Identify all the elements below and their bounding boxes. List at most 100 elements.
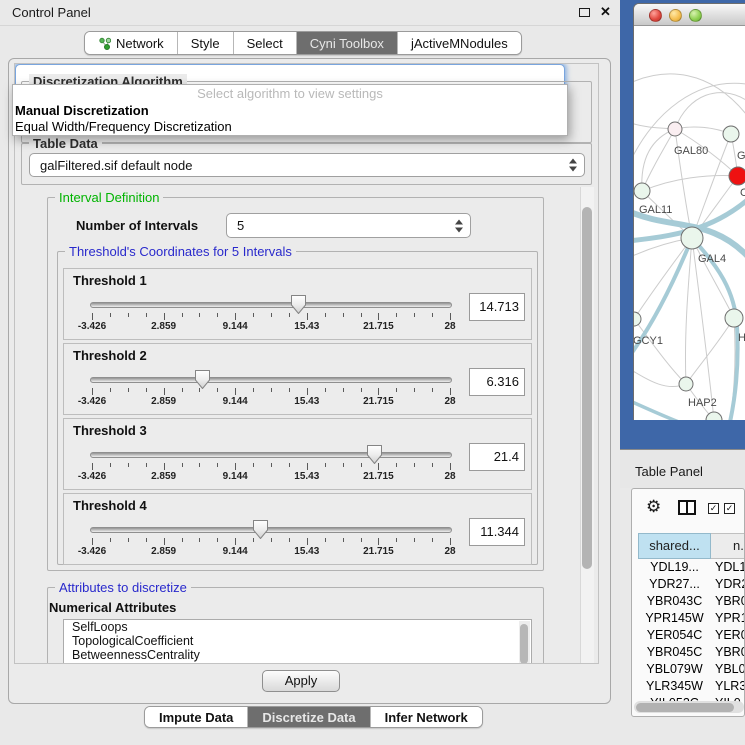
node-label-hap2: HAP2 [688, 397, 717, 409]
cell-name: YBL0 [715, 661, 745, 678]
list-item-selfloops[interactable]: SelfLoops [64, 620, 531, 634]
threshold-value-field[interactable]: 11.344 [469, 518, 525, 546]
number-of-intervals-label: Number of Intervals [76, 218, 198, 233]
table-row[interactable]: YBR043CYBR0 [632, 593, 745, 610]
threshold-slider-thumb[interactable] [252, 519, 269, 540]
slider-scale-labels: -3.4262.8599.14415.4321.71528 [64, 546, 531, 558]
threshold-slider-track[interactable] [90, 302, 452, 308]
node-label-gal4: GAL4 [698, 253, 726, 265]
dropdown-option-equal-width-frequency[interactable]: Equal Width/Frequency Discretization [13, 119, 567, 135]
table-row[interactable]: YDR27...YDR2 [632, 576, 745, 593]
minimize-traffic-light-icon[interactable] [669, 9, 682, 22]
tab-impute-data[interactable]: Impute Data [145, 707, 247, 727]
dropdown-option-manual-discretization[interactable]: Manual Discretization [13, 103, 567, 119]
panel-scrollbar-thumb[interactable] [582, 207, 592, 569]
network-node[interactable] [679, 377, 693, 391]
threshold-value-field[interactable]: 14.713 [469, 293, 525, 321]
apply-button[interactable]: Apply [262, 670, 340, 692]
close-traffic-light-icon[interactable] [649, 9, 662, 22]
table-data-combobox[interactable]: galFiltered.sif default node [29, 153, 585, 177]
network-node[interactable] [723, 126, 739, 142]
node-table-panel: ⚙ ✓ ✓ shared... n... YDL19...YDL1YDR27..… [631, 488, 745, 717]
checkbox-icon[interactable]: ✓ [708, 503, 719, 514]
network-node[interactable] [729, 167, 745, 185]
table-row[interactable]: YBR045CYBR0 [632, 644, 745, 661]
tab-style[interactable]: Style [177, 32, 233, 54]
tab-infer-network[interactable]: Infer Network [370, 707, 482, 727]
cell-shared-name: YDL19... [638, 559, 711, 576]
table-row[interactable]: YPR145WYPR1 [632, 610, 745, 627]
zoom-traffic-light-icon[interactable] [689, 9, 702, 22]
slider-ticks [64, 388, 531, 396]
tab-label: Discretize Data [262, 710, 355, 725]
number-of-intervals-value: 5 [237, 218, 244, 233]
threshold-slider-thumb[interactable] [194, 369, 211, 390]
cell-shared-name: YBR043C [638, 593, 711, 610]
threshold-slider-track[interactable] [90, 527, 452, 533]
group-title: Attributes to discretize [55, 580, 191, 595]
table-horizontal-scrollbar[interactable] [634, 701, 744, 713]
cell-name: YLR3 [715, 678, 745, 695]
tab-jactivemnodules[interactable]: jActiveMNodules [397, 32, 521, 54]
threshold-panel-1: Threshold 1-3.4262.8599.14415.4321.71528… [63, 268, 532, 340]
combo-arrows-icon [569, 159, 577, 172]
column-header-shared-name[interactable]: shared... [638, 533, 711, 559]
tab-discretize-data[interactable]: Discretize Data [247, 707, 369, 727]
tab-cyni-toolbox[interactable]: Cyni Toolbox [296, 32, 397, 54]
table-row[interactable]: YBL079WYBL0 [632, 661, 745, 678]
column-header-name[interactable]: n... [711, 533, 745, 559]
network-node[interactable] [725, 309, 743, 327]
dropdown-placeholder-option[interactable]: Select algorithm to view settings [13, 85, 567, 103]
top-tab-bar: NetworkStyleSelectCyni Toolbox jActiveMNo… [84, 31, 522, 55]
cell-name: YER0 [715, 627, 745, 644]
list-scrollbar[interactable] [519, 621, 530, 664]
split-columns-icon[interactable] [678, 500, 696, 515]
tab-label: Infer Network [385, 710, 468, 725]
table-row[interactable]: YDL19...YDL1 [632, 559, 745, 576]
app-root: Control Panel ✕ NetworkStyleSelectCyni T… [0, 0, 745, 745]
threshold-panel-4: Threshold 4-3.4262.8599.14415.4321.71528… [63, 493, 532, 565]
slider-ticks [64, 538, 531, 546]
threshold-value-field[interactable]: 6.316 [469, 368, 525, 396]
tab-select[interactable]: Select [233, 32, 296, 54]
table-data-value: galFiltered.sif default node [40, 158, 192, 173]
numerical-attributes-label: Numerical Attributes [49, 600, 176, 615]
network-window-titlebar[interactable] [634, 4, 745, 26]
number-of-intervals-combobox[interactable]: 5 [226, 213, 471, 238]
threshold-slider-thumb[interactable] [366, 444, 383, 465]
network-canvas[interactable]: GAL80GGAL11CGAL4GCY1HHAP2 [634, 26, 745, 420]
slider-scale-labels: -3.4262.8599.14415.4321.71528 [64, 321, 531, 333]
threshold-slider-track[interactable] [90, 377, 452, 383]
numerical-attributes-list[interactable]: SelfLoopsTopologicalCoefficientBetweenne… [63, 619, 532, 664]
network-node[interactable] [681, 227, 703, 249]
gear-icon[interactable]: ⚙ [646, 497, 661, 517]
table-row[interactable]: YLR345WYLR3 [632, 678, 745, 695]
threshold-label: Threshold 3 [73, 423, 147, 438]
threshold-value-field[interactable]: 21.4 [469, 443, 525, 471]
node-label-h: H [738, 332, 745, 344]
cell-name: YBR0 [715, 644, 745, 661]
table-row[interactable]: YER054CYER0 [632, 627, 745, 644]
network-node[interactable] [668, 122, 682, 136]
cell-name: YDR2 [715, 576, 745, 593]
slider-scale-labels: -3.4262.8599.14415.4321.71528 [64, 396, 531, 408]
table-panel-title: Table Panel [635, 464, 703, 479]
table-rows: YDL19...YDL1YDR27...YDR2YBR043CYBR0YPR14… [632, 559, 745, 712]
tab-label: jActiveMNodules [411, 36, 508, 51]
panel-title: Control Panel [12, 5, 91, 20]
network-node[interactable] [634, 183, 650, 199]
list-item-betweennesscentrality[interactable]: BetweennessCentrality [64, 648, 531, 662]
checkbox-icon[interactable]: ✓ [724, 503, 735, 514]
tab-label: Impute Data [159, 710, 233, 725]
list-item-topologicalcoefficient[interactable]: TopologicalCoefficient [64, 634, 531, 648]
node-label-gal11: GAL11 [639, 204, 672, 216]
network-node[interactable] [634, 312, 641, 326]
close-icon[interactable]: ✕ [600, 4, 611, 20]
cell-shared-name: YLR345W [638, 678, 711, 695]
float-window-icon[interactable] [579, 8, 590, 17]
control-panel-titlebar: Control Panel ✕ [0, 0, 620, 26]
tab-network[interactable]: Network [85, 32, 177, 54]
threshold-slider-track[interactable] [90, 452, 452, 458]
threshold-slider-thumb[interactable] [290, 294, 307, 315]
network-node-labels: GAL80GGAL11CGAL4GCY1HHAP2 [634, 145, 745, 409]
